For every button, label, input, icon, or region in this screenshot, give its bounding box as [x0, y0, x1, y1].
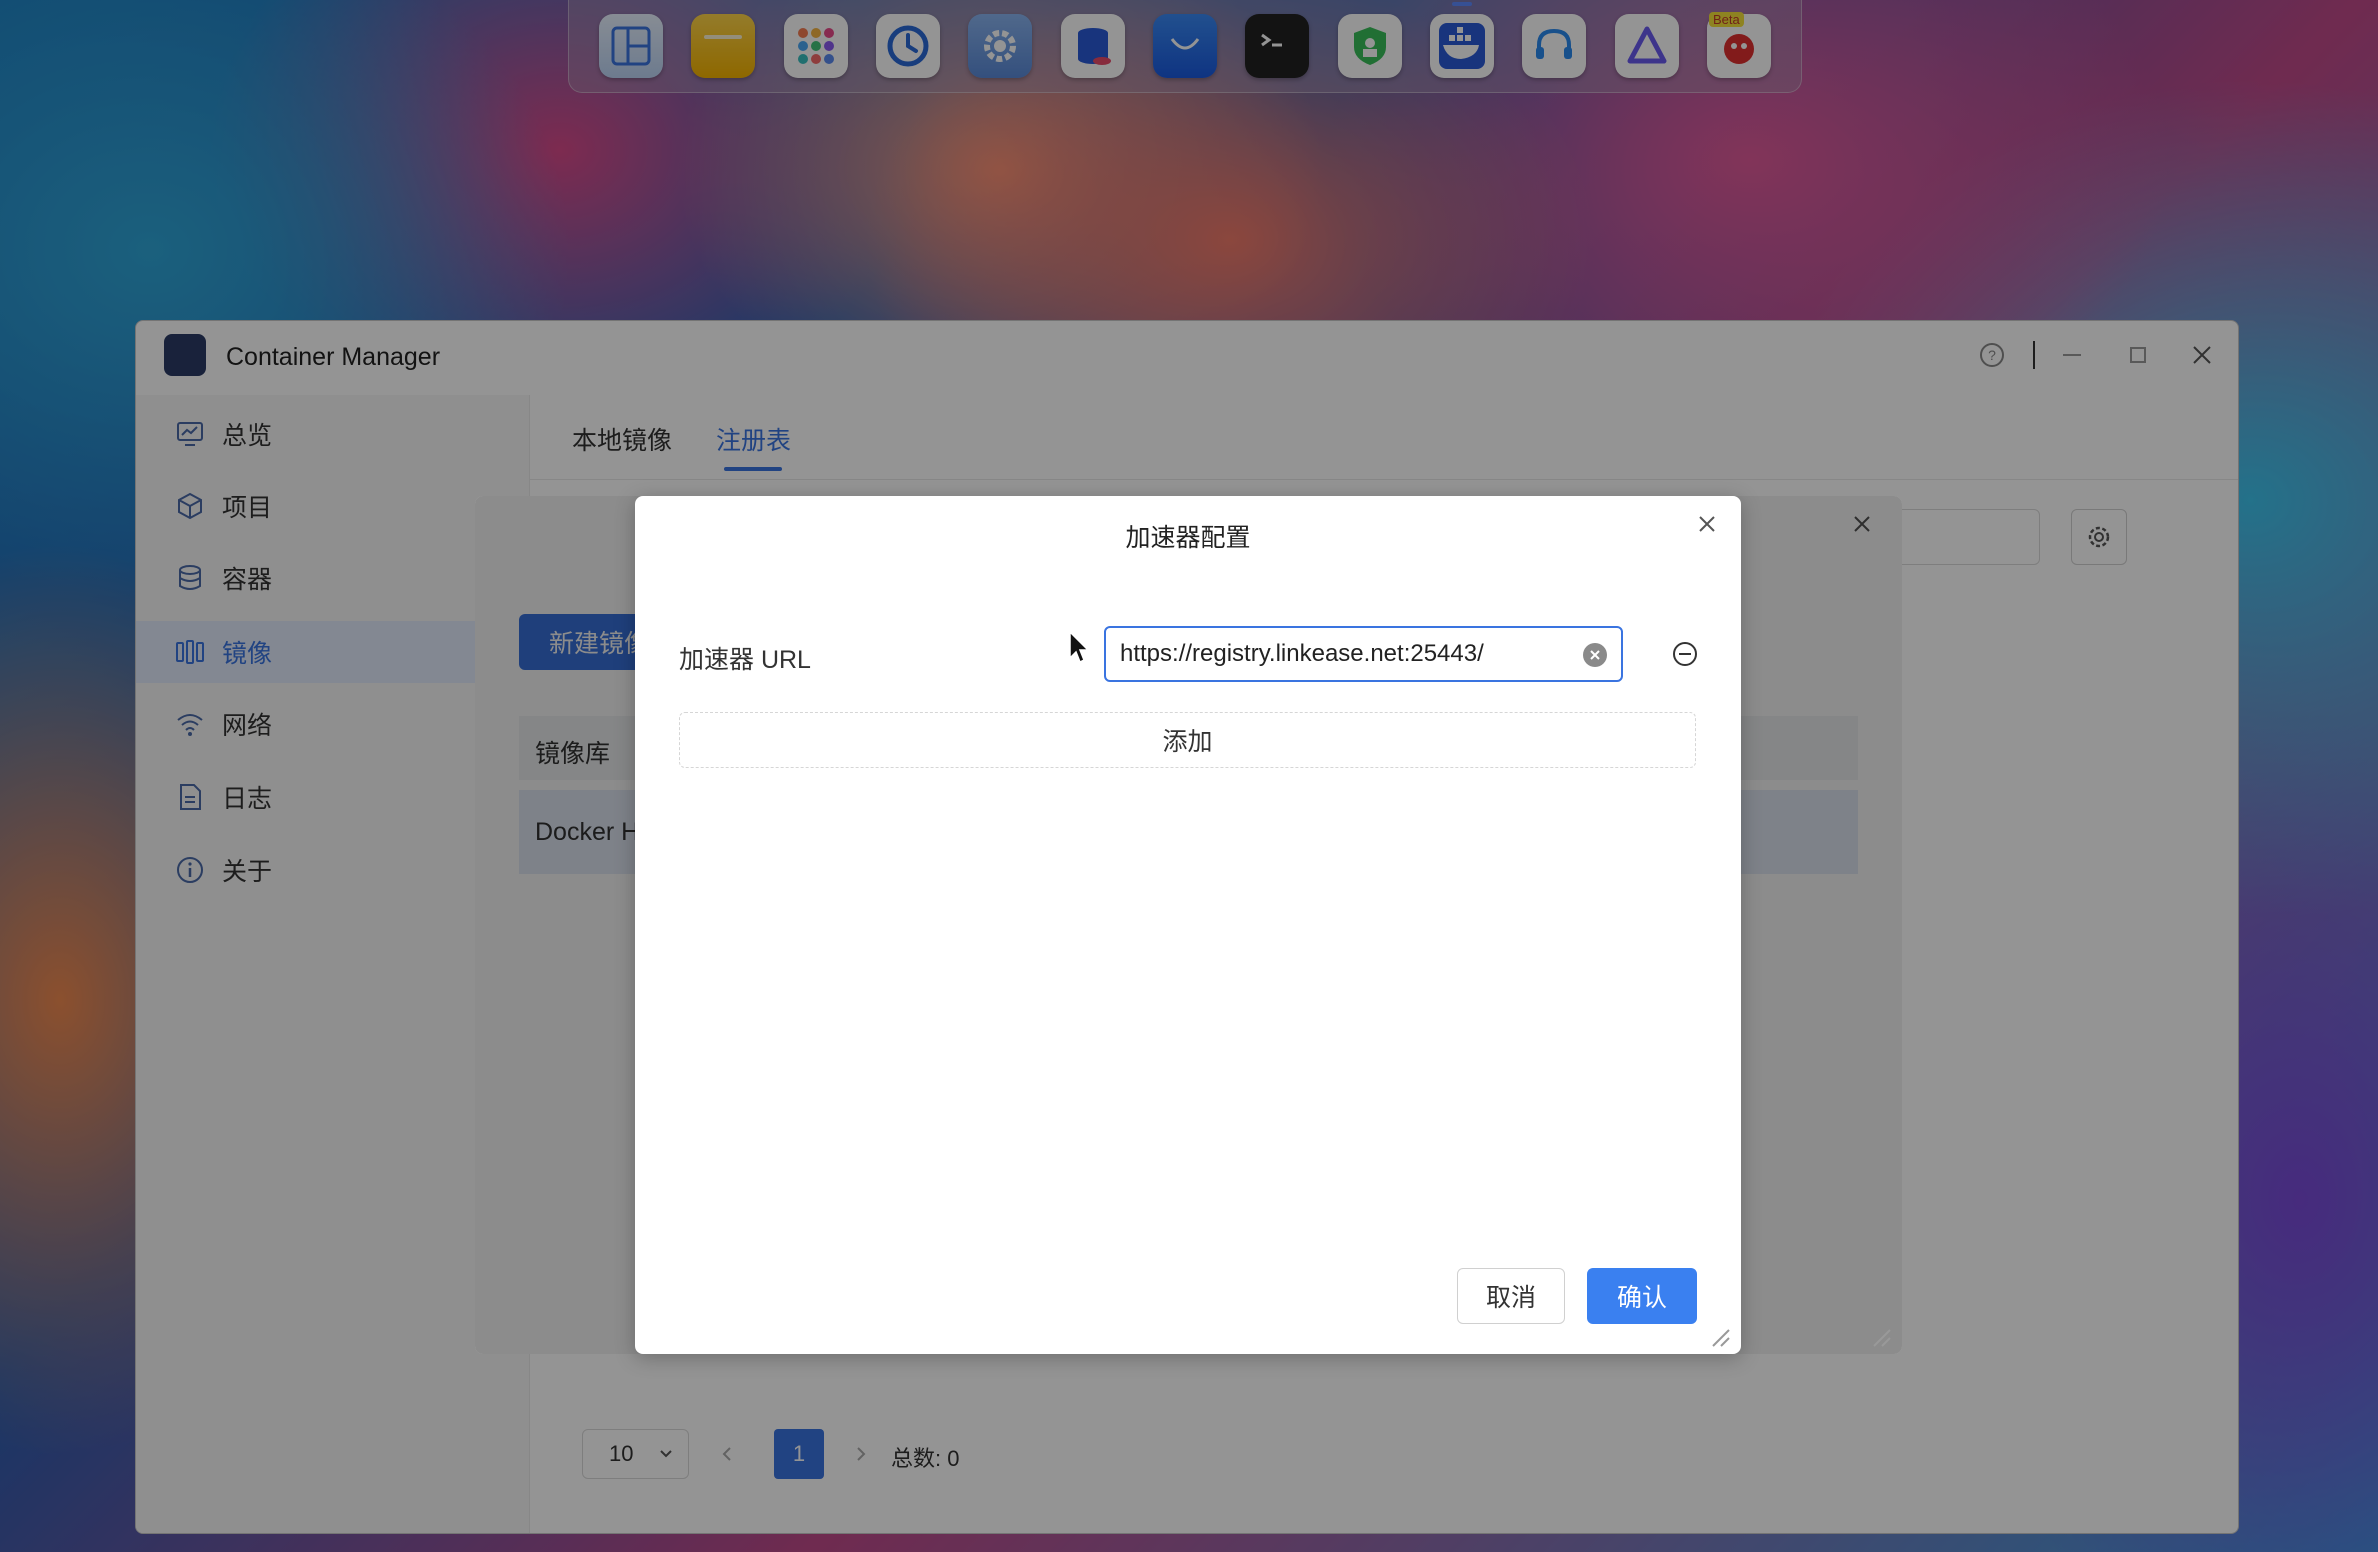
resize-handle-icon[interactable] [1866, 1322, 1892, 1348]
accelerator-url-label: 加速器 URL [679, 646, 811, 674]
close-icon[interactable] [1687, 504, 1727, 544]
remove-circle-icon[interactable] [1671, 640, 1699, 668]
confirm-button[interactable]: 确认 [1587, 1268, 1697, 1324]
resize-handle-icon[interactable] [1705, 1322, 1731, 1348]
cancel-button[interactable]: 取消 [1457, 1268, 1565, 1324]
accelerator-dialog: 加速器配置 加速器 URL 添加 取消 确认 [635, 496, 1741, 1354]
mouse-cursor-icon [1069, 630, 1090, 664]
add-accelerator-button[interactable]: 添加 [679, 712, 1696, 768]
accelerator-url-input[interactable] [1120, 628, 1560, 680]
accelerator-url-field [1104, 626, 1623, 682]
dialog-title: 加速器配置 [1125, 524, 1251, 552]
clear-input-icon[interactable] [1583, 643, 1607, 667]
